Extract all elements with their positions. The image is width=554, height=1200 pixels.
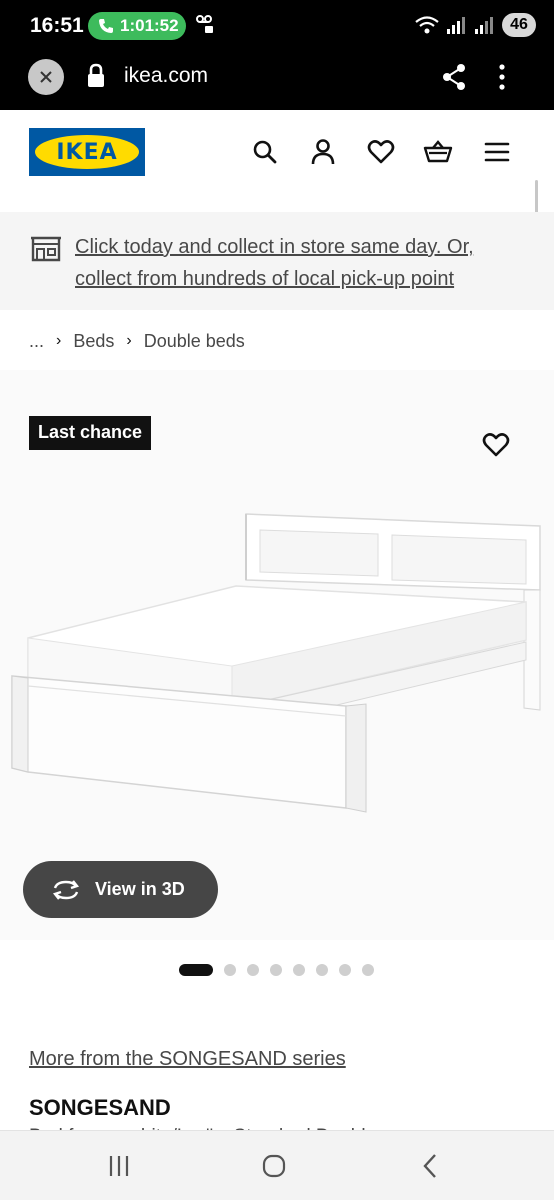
carousel-dot[interactable]	[270, 964, 282, 976]
carousel-indicator	[179, 964, 374, 976]
search-icon[interactable]	[250, 137, 280, 167]
carousel-dot[interactable]	[247, 964, 259, 976]
breadcrumb: ... › Beds › Double beds	[29, 328, 245, 354]
product-name: SONGESAND	[29, 1095, 171, 1120]
view-in-3d-button[interactable]: View in 3D	[23, 861, 218, 918]
last-chance-badge: Last chance	[29, 416, 152, 450]
product-gallery[interactable]: Last chance View in 3D	[0, 370, 554, 940]
chevron-right-icon: ›	[126, 332, 132, 349]
battery-indicator: 46	[502, 13, 536, 37]
rotate-3d-icon	[52, 879, 80, 900]
wifi-icon	[415, 16, 439, 34]
call-indicator[interactable]: 1:01:52	[88, 12, 186, 40]
add-to-favourites-button[interactable]	[482, 432, 510, 463]
ikea-logo[interactable]: IKEA	[29, 128, 145, 176]
share-icon[interactable]	[441, 63, 467, 91]
carousel-dot[interactable]	[362, 964, 374, 976]
view-in-3d-label: View in 3D	[95, 879, 185, 899]
status-bar: 16:51 1:01:52 46	[0, 0, 554, 52]
click-collect-banner[interactable]: Click today and collect in store same da…	[0, 212, 554, 310]
signal-roaming-icon	[475, 17, 493, 34]
breadcrumb-item-double-beds[interactable]: Double beds	[144, 331, 245, 352]
heart-icon	[482, 433, 510, 457]
carousel-dot[interactable]	[339, 964, 351, 976]
carousel-dot[interactable]	[293, 964, 305, 976]
menu-icon[interactable]	[482, 137, 512, 167]
close-icon	[40, 71, 52, 83]
account-icon[interactable]	[308, 137, 338, 167]
browser-toolbar: ikea.com	[0, 52, 554, 110]
basket-icon[interactable]	[423, 137, 453, 167]
back-icon[interactable]	[410, 1151, 450, 1181]
status-time: 16:51	[30, 14, 84, 37]
product-image-bed	[11, 513, 541, 813]
store-icon	[31, 236, 61, 262]
chevron-right-icon: ›	[56, 332, 62, 349]
signal-icon	[447, 17, 465, 34]
site-header: IKEA	[0, 110, 554, 212]
series-link[interactable]: More from the SONGESAND series	[29, 1048, 346, 1071]
system-nav-bar	[0, 1130, 554, 1200]
url-text[interactable]: ikea.com	[124, 64, 208, 88]
voicemail-icon	[196, 14, 214, 36]
carousel-dot[interactable]	[316, 964, 328, 976]
logo-text: IKEA	[56, 139, 118, 165]
banner-link[interactable]: Click today and collect in store same da…	[75, 231, 515, 295]
home-icon[interactable]	[254, 1151, 294, 1181]
lock-icon	[88, 63, 104, 87]
more-options-icon[interactable]	[498, 62, 506, 92]
logo-oval: IKEA	[35, 135, 139, 169]
breadcrumb-ellipsis[interactable]: ...	[29, 331, 44, 352]
call-duration: 1:01:52	[120, 16, 179, 35]
breadcrumb-item-beds[interactable]: Beds	[73, 331, 114, 352]
phone-icon	[99, 19, 113, 33]
carousel-dot-active[interactable]	[179, 964, 213, 976]
heart-icon[interactable]	[366, 137, 396, 167]
close-tab-button[interactable]	[28, 59, 64, 95]
recent-apps-icon[interactable]	[99, 1151, 139, 1181]
status-icons: 46	[414, 13, 536, 37]
carousel-dot[interactable]	[224, 964, 236, 976]
